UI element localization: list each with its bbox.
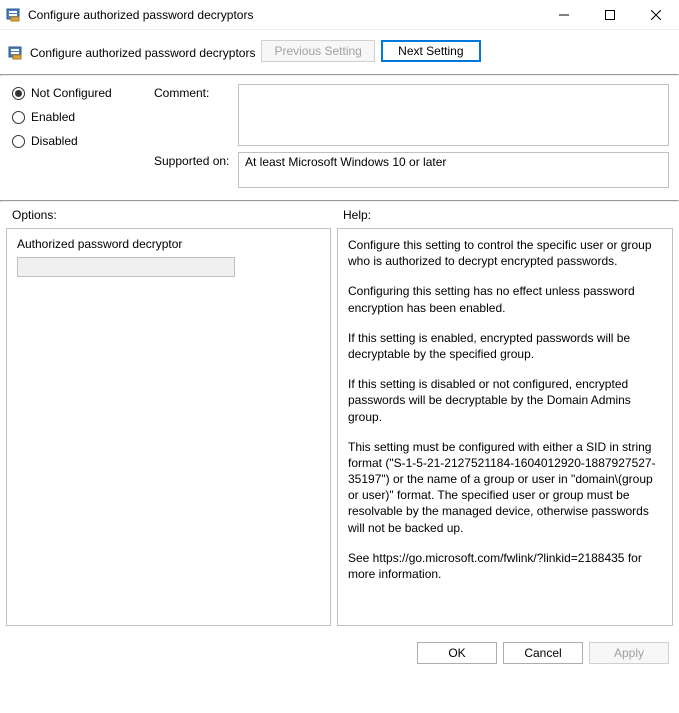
window-title: Configure authorized password decryptors [28,8,541,22]
state-radio-group: Not Configured Enabled Disabled [12,84,148,158]
help-text: This setting must be configured with eit… [348,439,662,536]
dialog-footer: OK Cancel Apply [0,632,679,674]
help-label: Help: [337,208,669,222]
supported-on-value: At least Microsoft Windows 10 or later [245,155,446,169]
next-setting-button[interactable]: Next Setting [381,40,481,62]
options-pane: Authorized password decryptor [6,228,331,626]
authorized-decryptor-input[interactable] [17,257,235,277]
supported-on-field: At least Microsoft Windows 10 or later [238,152,669,188]
ok-button[interactable]: OK [417,642,497,664]
radio-label: Disabled [31,134,78,148]
comment-input[interactable] [238,84,669,146]
titlebar: Configure authorized password decryptors [0,0,679,30]
policy-header: Configure authorized password decryptors… [0,30,679,74]
help-text: Configuring this setting has no effect u… [348,283,662,315]
options-label: Options: [12,208,337,222]
radio-icon [12,135,25,148]
apply-button[interactable]: Apply [589,642,669,664]
radio-label: Enabled [31,110,75,124]
policy-title: Configure authorized password decryptors [30,46,255,60]
option-field-label: Authorized password decryptor [17,237,320,251]
radio-disabled[interactable]: Disabled [12,134,148,148]
radio-label: Not Configured [31,86,112,100]
close-button[interactable] [633,0,679,30]
radio-enabled[interactable]: Enabled [12,110,148,124]
maximize-button[interactable] [587,0,633,30]
radio-not-configured[interactable]: Not Configured [12,86,148,100]
radio-icon [12,111,25,124]
supported-on-label: Supported on: [154,152,234,168]
help-text: If this setting is disabled or not confi… [348,376,662,425]
comment-label: Comment: [154,84,234,100]
minimize-button[interactable] [541,0,587,30]
previous-setting-button[interactable]: Previous Setting [261,40,374,62]
cancel-button[interactable]: Cancel [503,642,583,664]
policy-icon [8,45,24,61]
app-icon [6,7,22,23]
radio-icon [12,87,25,100]
help-text: See https://go.microsoft.com/fwlink/?lin… [348,550,662,582]
help-text: Configure this setting to control the sp… [348,237,662,269]
help-text: If this setting is enabled, encrypted pa… [348,330,662,362]
help-pane: Configure this setting to control the sp… [337,228,673,626]
